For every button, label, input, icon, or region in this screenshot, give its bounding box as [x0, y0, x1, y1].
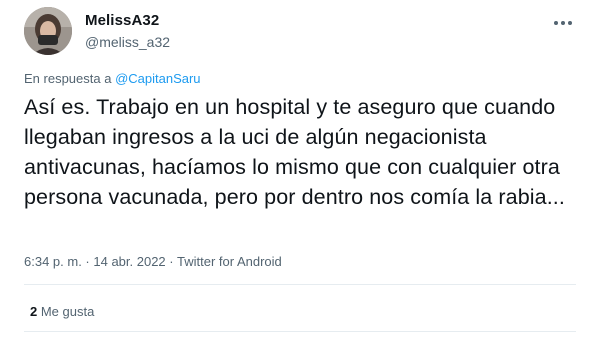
tweet-card: MelissA32 @meliss_a32 En respuesta a @Ca…: [0, 0, 600, 338]
display-name[interactable]: MelissA32: [85, 11, 170, 31]
reply-mention-link[interactable]: @CapitanSaru: [115, 71, 200, 86]
more-options-button[interactable]: [550, 13, 576, 33]
tweet-text: Así es. Trabajo en un hospital y te aseg…: [24, 95, 565, 209]
avatar-photo-icon: [24, 7, 72, 55]
divider-bottom: [24, 331, 576, 332]
tweet-source[interactable]: Twitter for Android: [177, 254, 282, 269]
meta-separator: ·: [81, 254, 94, 269]
tweet-date[interactable]: 14 abr. 2022: [93, 254, 165, 269]
user-names: MelissA32 @meliss_a32: [85, 11, 170, 52]
likes-stat[interactable]: 2 Me gusta: [30, 304, 94, 319]
reply-prefix: En respuesta a: [24, 71, 116, 86]
tweet-time[interactable]: 6:34 p. m.: [24, 254, 82, 269]
reply-context: En respuesta a @CapitanSaru: [24, 71, 201, 86]
meta-separator-2: ·: [165, 254, 177, 269]
tweet-metadata: 6:34 p. m. · 14 abr. 2022 · Twitter for …: [24, 254, 282, 269]
likes-label: Me gusta: [37, 304, 95, 319]
more-horizontal-icon: [554, 21, 572, 25]
avatar[interactable]: [24, 7, 72, 55]
divider: [24, 284, 576, 285]
user-handle[interactable]: @meliss_a32: [85, 32, 170, 52]
